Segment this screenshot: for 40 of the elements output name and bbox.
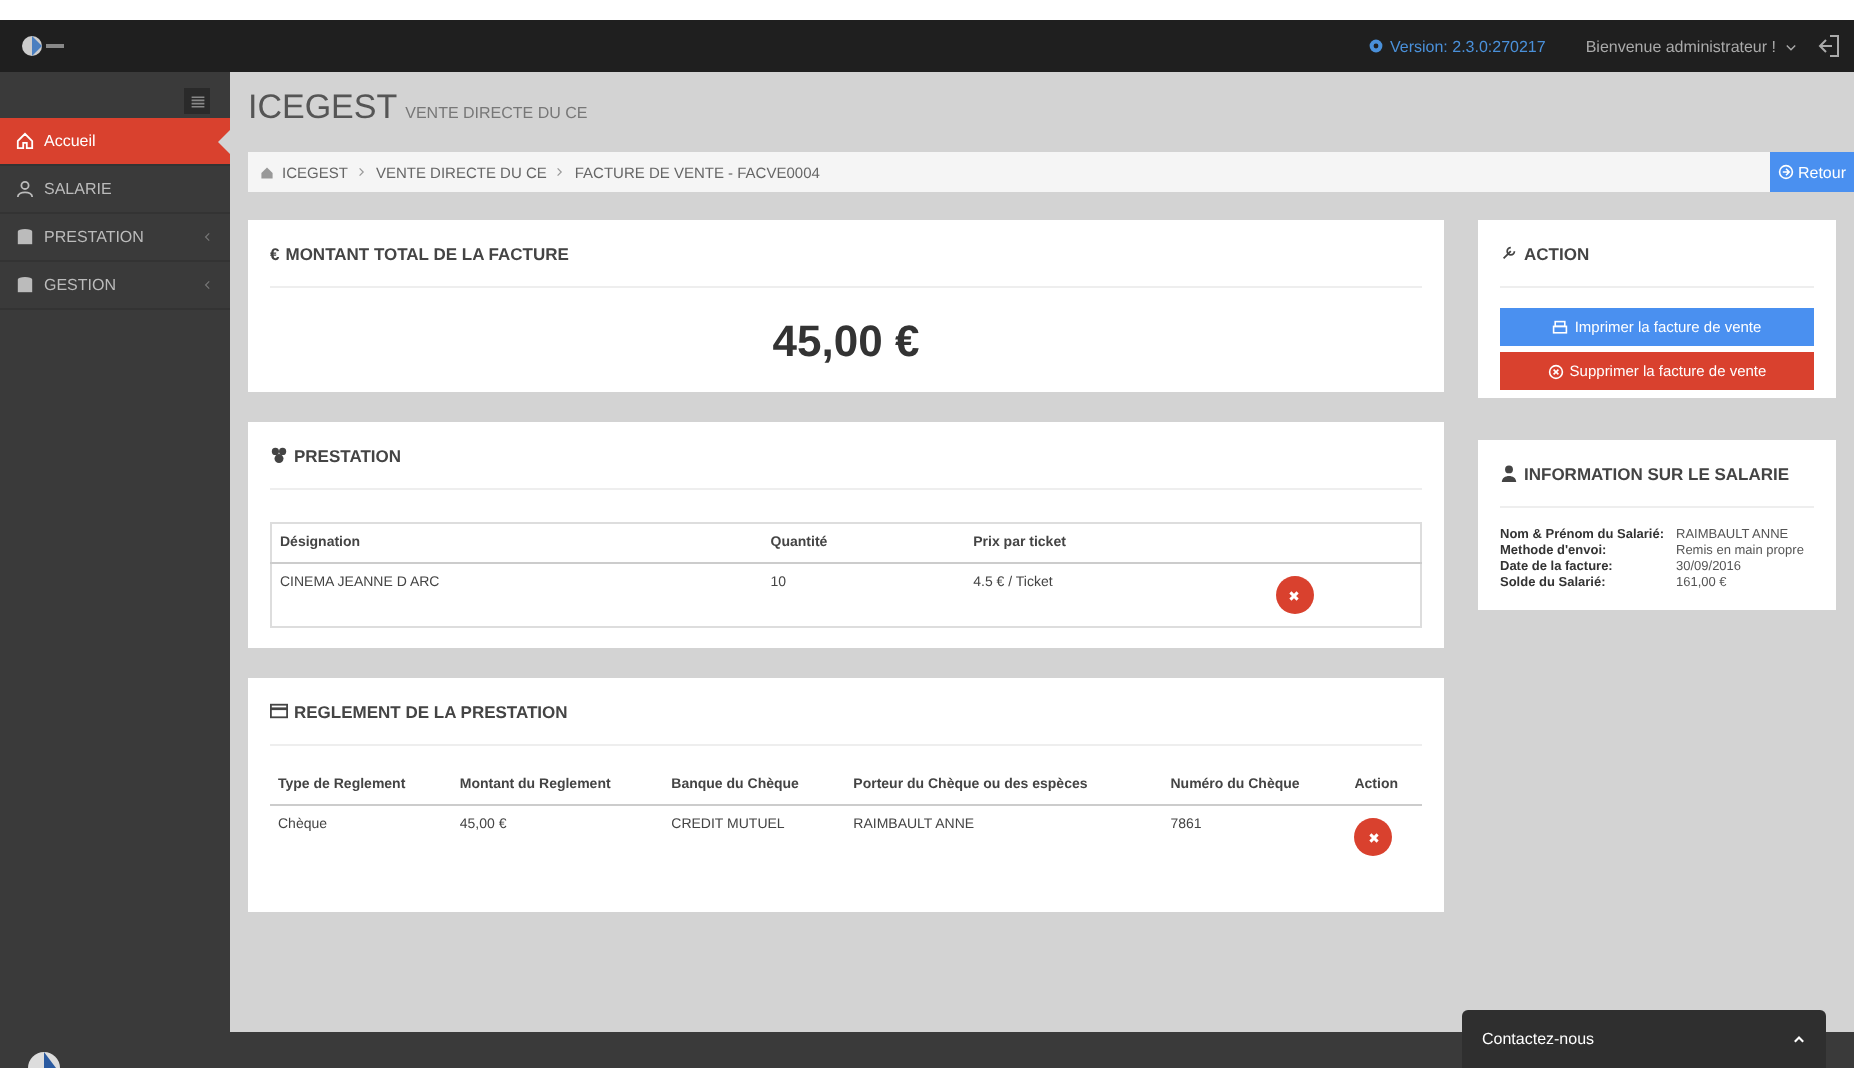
logo-icon xyxy=(20,34,64,58)
card-title: REGLEMENT DE LA PRESTATION xyxy=(294,701,568,721)
card-title: ACTION xyxy=(1524,243,1590,263)
home-icon xyxy=(16,132,34,150)
version-text: Version: 2.3.0:270217 xyxy=(1389,37,1546,55)
page-title: ICEGEST xyxy=(248,88,398,128)
home-icon xyxy=(260,165,274,179)
user-icon xyxy=(16,180,34,198)
user-icon xyxy=(1500,464,1518,482)
chevron-icon xyxy=(355,166,368,178)
wrench-icon xyxy=(1500,244,1518,262)
close-icon xyxy=(1547,363,1564,379)
chevron-icon xyxy=(554,166,567,178)
caret-icon xyxy=(1784,39,1798,53)
menu-icon xyxy=(189,93,205,109)
delete-button[interactable] xyxy=(1354,818,1393,856)
user-menu[interactable]: Bienvenue administrateur ! xyxy=(1585,37,1798,55)
back-button[interactable]: Retour xyxy=(1769,152,1854,192)
chevron-up-icon xyxy=(1792,1032,1806,1046)
card-title: PRESTATION xyxy=(294,445,402,465)
contact-button[interactable]: Contactez-nous xyxy=(1462,1010,1826,1068)
sidebar-toggle[interactable] xyxy=(184,88,210,114)
credit-card-icon xyxy=(270,702,288,720)
euro-icon: € xyxy=(270,243,280,263)
printer-icon xyxy=(1552,319,1569,335)
close-icon xyxy=(1367,831,1380,843)
people-icon xyxy=(270,446,288,464)
page-subtitle: VENTE DIRECTE DU CE xyxy=(405,104,588,122)
card-title: MONTANT TOTAL DE LA FACTURE xyxy=(285,243,569,263)
total-amount: 45,00 € xyxy=(770,314,922,370)
circle-arrow-icon xyxy=(1777,164,1794,180)
database-icon xyxy=(16,228,34,246)
card-title: INFORMATION SUR LE SALARIE xyxy=(1524,463,1790,483)
close-icon xyxy=(1288,589,1301,601)
logout-icon xyxy=(1818,34,1842,58)
delete-button[interactable] xyxy=(1275,576,1314,614)
logo-icon xyxy=(28,1052,60,1068)
gear-icon xyxy=(1367,38,1384,54)
sidebar-item[interactable]: Accueil xyxy=(0,118,230,166)
database-icon xyxy=(16,276,34,294)
